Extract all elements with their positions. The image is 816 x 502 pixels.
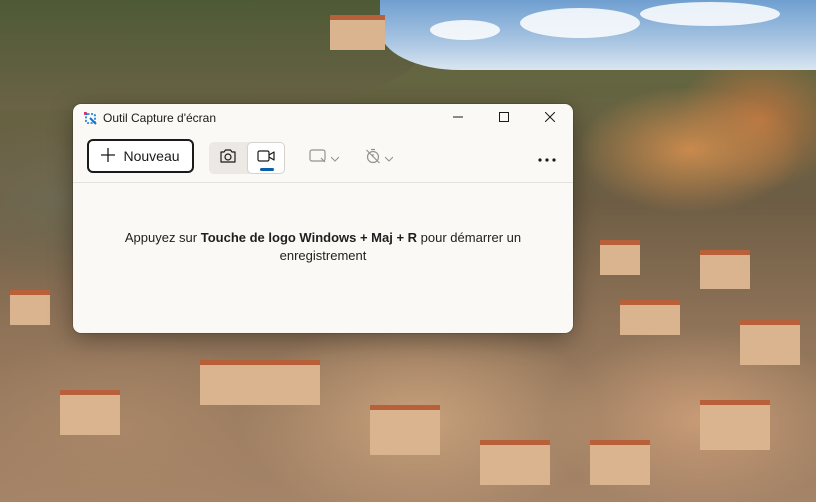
wallpaper-house (700, 400, 770, 450)
title-bar[interactable]: Outil Capture d'écran (73, 104, 573, 132)
capture-area: Appuyez sur Touche de logo Windows + Maj… (73, 183, 573, 333)
wallpaper-house (200, 360, 320, 405)
wallpaper-cloud (640, 2, 780, 26)
camera-icon (219, 148, 237, 169)
close-button[interactable] (527, 104, 573, 132)
hint-shortcut: Touche de logo Windows + Maj + R (200, 230, 418, 245)
video-camera-icon (257, 149, 275, 168)
wallpaper-house (590, 440, 650, 485)
new-capture-button[interactable]: Nouveau (87, 139, 194, 173)
more-options-icon (538, 149, 556, 167)
wallpaper-house (330, 15, 385, 50)
plus-icon (101, 147, 116, 165)
toolbar: Nouveau (73, 132, 573, 182)
capture-mode-toggle (209, 142, 285, 174)
snipping-tool-icon (82, 110, 98, 126)
wallpaper-house (370, 405, 440, 455)
minimize-icon (453, 109, 463, 127)
delay-timer-dropdown[interactable] (365, 144, 394, 172)
active-mode-indicator (260, 168, 274, 171)
wallpaper-cloud (430, 20, 500, 40)
close-icon (544, 109, 556, 127)
timer-off-icon (365, 148, 381, 169)
wallpaper-house (480, 440, 550, 485)
more-options-button[interactable] (531, 144, 563, 172)
wallpaper-house (700, 250, 750, 289)
rectangle-snip-icon (309, 148, 327, 168)
hint-text-start: Appuyez sur (124, 230, 201, 245)
wallpaper-house (600, 240, 640, 275)
wallpaper-house (620, 300, 680, 335)
wallpaper-house (10, 290, 50, 325)
wallpaper-house (60, 390, 120, 435)
wallpaper-cloud (520, 8, 640, 38)
chevron-down-icon (330, 149, 340, 167)
snipping-tool-window: Outil Capture d'écran Nouveau Appuyez su… (73, 104, 573, 333)
wallpaper-house (740, 320, 800, 365)
new-capture-label: Nouveau (123, 148, 180, 164)
maximize-button[interactable] (481, 104, 527, 132)
snip-shape-dropdown[interactable] (309, 144, 340, 172)
screenshot-mode-button[interactable] (209, 142, 247, 174)
minimize-button[interactable] (435, 104, 481, 132)
maximize-icon (499, 109, 509, 127)
recording-hint: Appuyez sur Touche de logo Windows + Maj… (93, 229, 553, 265)
window-title: Outil Capture d'écran (103, 111, 217, 125)
chevron-down-icon (384, 149, 394, 167)
video-mode-button[interactable] (247, 142, 285, 174)
